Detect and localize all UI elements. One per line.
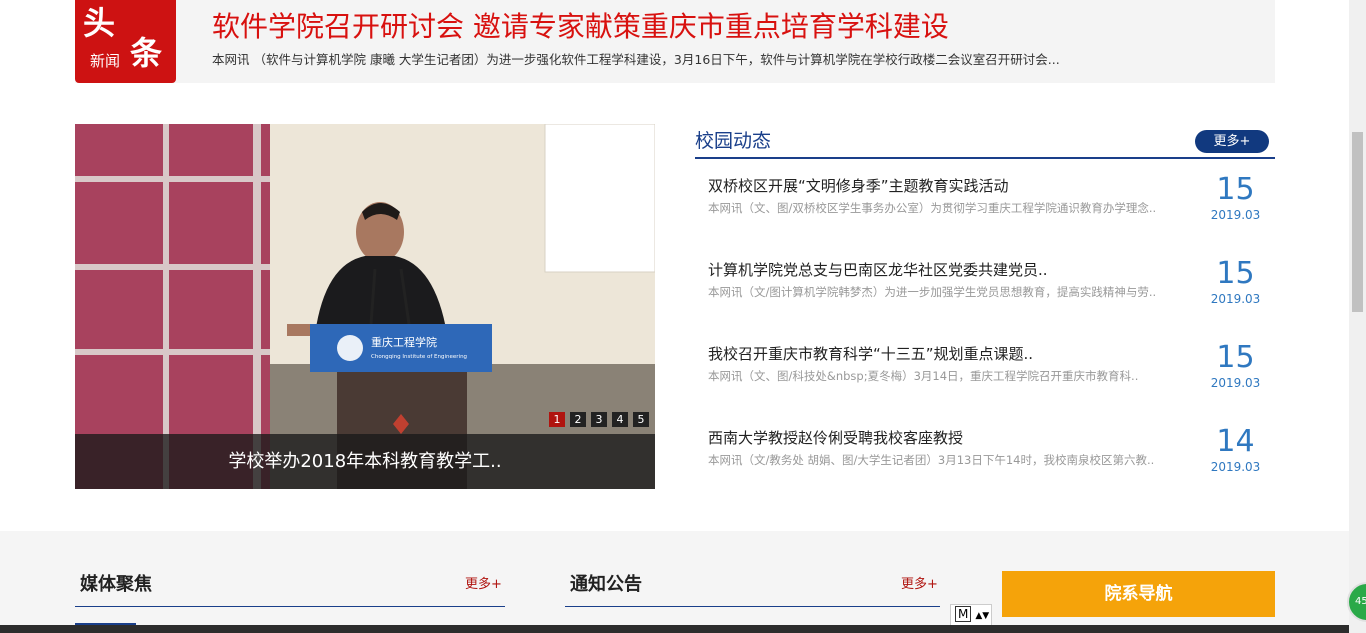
slider-dot-3[interactable]: 3 [591, 412, 607, 427]
slider-dot-2[interactable]: 2 [570, 412, 586, 427]
news-item[interactable]: 我校召开重庆市教育科学“十三五”规划重点课题.. 本网讯（文、图/科技处&nbs… [708, 340, 1268, 420]
news-item-summary: 本网讯（文/图计算机学院韩梦杰）为进一步加强学生党员思想教育，提高实践精神与劳.… [708, 285, 1157, 299]
media-focus-header: 媒体聚焦 更多+ [75, 572, 505, 607]
notice-header: 通知公告 更多+ [565, 572, 940, 607]
department-nav-button[interactable]: 院系导航 [1002, 571, 1275, 617]
media-focus-more-link[interactable]: 更多+ [465, 576, 502, 594]
news-item-day: 14 [1216, 424, 1255, 459]
ime-indicator[interactable]: M ▲▼ [950, 604, 992, 626]
campus-news-panel: 校园动态 更多+ 双桥校区开展“文明修身季”主题教育实践活动 本网讯（文、图/双… [695, 126, 1275, 491]
news-item[interactable]: 双桥校区开展“文明修身季”主题教育实践活动 本网讯（文、图/双桥校区学生事务办公… [708, 172, 1268, 252]
media-focus-title: 媒体聚焦 [80, 574, 152, 595]
headline-badge: 头 条 新闻 [75, 0, 176, 83]
taskbar-strip [0, 625, 1366, 633]
page-scrollbar[interactable] [1349, 0, 1366, 633]
podium-text: 重庆工程学院 [371, 335, 437, 349]
ime-arrows-icon: ▲▼ [975, 611, 990, 621]
news-item-title[interactable]: 西南大学教授赵伶俐受聘我校客座教授 [708, 428, 1148, 448]
podium-subtext: Chongqing Institute of Engineering [371, 354, 467, 360]
news-item[interactable]: 计算机学院党总支与巴南区龙华社区党委共建党员.. 本网讯（文/图计算机学院韩梦杰… [708, 256, 1268, 336]
slider-dot-4[interactable]: 4 [612, 412, 628, 427]
notice-title: 通知公告 [570, 574, 642, 595]
badge-label-news: 新闻 [90, 52, 121, 70]
news-item-summary: 本网讯（文/教务处 胡娟、图/大学生记者团）3月13日下午14时，我校南泉校区第… [708, 453, 1155, 467]
news-item-year-month: 2019.03 [1210, 460, 1261, 474]
slider-dot-1[interactable]: 1 [549, 412, 565, 427]
scrollbar-thumb[interactable] [1352, 132, 1363, 312]
slider-dot-5[interactable]: 5 [633, 412, 649, 427]
image-slider[interactable]: 重庆工程学院 Chongqing Institute of Engineerin… [75, 124, 655, 489]
campus-news-more-button[interactable]: 更多+ [1195, 130, 1269, 153]
news-item-day: 15 [1216, 340, 1255, 375]
headline-banner: 头 条 新闻 软件学院召开研讨会 邀请专家献策重庆市重点培育学科建设 本网讯 （… [75, 0, 1275, 83]
ime-mode: M [955, 606, 972, 622]
news-item-summary: 本网讯（文、图/双桥校区学生事务办公室）为贯彻学习重庆工程学院通识教育办学理念.… [708, 201, 1157, 215]
notice-more-link[interactable]: 更多+ [901, 576, 938, 594]
news-item-year-month: 2019.03 [1210, 208, 1261, 222]
news-item-summary: 本网讯（文、图/科技处&nbsp;夏冬梅）3月14日，重庆工程学院召开重庆市教育… [708, 369, 1139, 383]
news-item[interactable]: 西南大学教授赵伶俐受聘我校客座教授 本网讯（文/教务处 胡娟、图/大学生记者团）… [708, 424, 1268, 504]
news-item-year-month: 2019.03 [1210, 292, 1261, 306]
slider-dots: 1 2 3 4 5 [549, 412, 649, 427]
news-item-title[interactable]: 我校召开重庆市教育科学“十三五”规划重点课题.. [708, 344, 1148, 364]
news-item-day: 15 [1216, 256, 1255, 291]
news-item-year-month: 2019.03 [1210, 376, 1261, 390]
badge-char-tiao: 条 [130, 34, 163, 72]
campus-news-title: 校园动态 [695, 130, 772, 152]
headline-summary: 本网讯 （软件与计算机学院 康曦 大学生记者团）为进一步强化软件工程学科建设，3… [212, 52, 1060, 67]
slider-caption[interactable]: 学校举办2018年本科教育教学工.. [75, 434, 655, 489]
news-item-title[interactable]: 双桥校区开展“文明修身季”主题教育实践活动 [708, 176, 1148, 196]
campus-news-header: 校园动态 更多+ [695, 126, 1275, 159]
news-item-title[interactable]: 计算机学院党总支与巴南区龙华社区党委共建党员.. [708, 260, 1148, 280]
news-item-day: 15 [1216, 172, 1255, 207]
badge-char-tou: 头 [83, 4, 116, 42]
page: 头 条 新闻 软件学院召开研讨会 邀请专家献策重庆市重点培育学科建设 本网讯 （… [0, 0, 1366, 633]
headline-title-link[interactable]: 软件学院召开研讨会 邀请专家献策重庆市重点培育学科建设 [212, 8, 949, 46]
